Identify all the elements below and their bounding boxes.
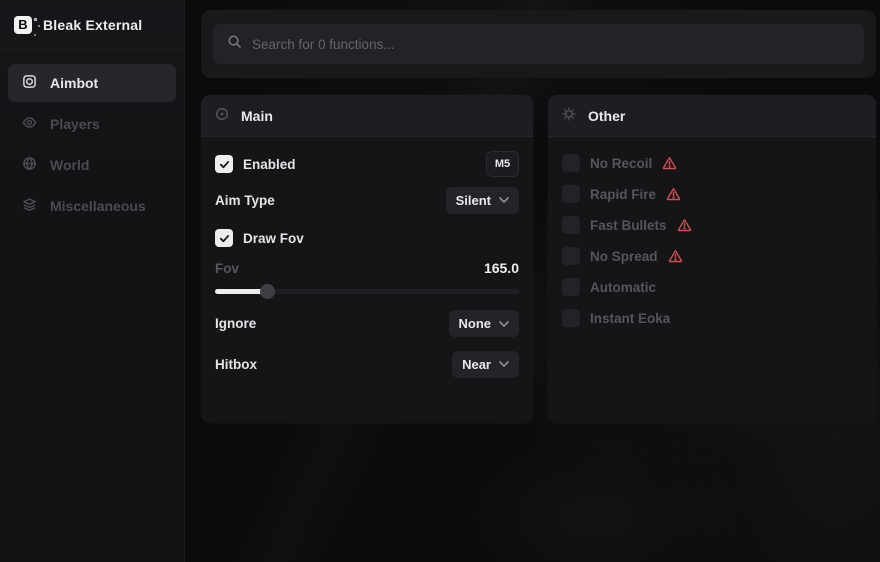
app-window: B Bleak External Aimbot Play bbox=[0, 0, 880, 562]
sidebar-header: B Bleak External bbox=[0, 0, 184, 50]
draw-fov-checkbox[interactable] bbox=[215, 229, 233, 247]
check-icon bbox=[219, 159, 230, 170]
warning-icon bbox=[666, 187, 681, 201]
warning-icon bbox=[677, 218, 692, 232]
other-panel-header: Other bbox=[548, 95, 876, 137]
app-title: Bleak External bbox=[43, 17, 142, 33]
sidebar-item-label: Players bbox=[50, 116, 100, 132]
content-area: Main Enabled M5 Aim Type bbox=[185, 0, 880, 562]
other-panel: Other No Recoil bbox=[548, 95, 876, 423]
ignore-label: Ignore bbox=[215, 316, 256, 331]
chevron-down-icon bbox=[499, 321, 509, 327]
other-panel-body: No Recoil Rapid Fire bbox=[548, 137, 876, 327]
no-spread-checkbox[interactable] bbox=[562, 247, 580, 265]
warning-icon bbox=[668, 249, 683, 263]
main-panel-body: Enabled M5 Aim Type Silent bbox=[201, 137, 533, 378]
aim-type-row: Aim Type Silent bbox=[215, 186, 519, 214]
fov-row: Fov 165.0 bbox=[215, 260, 519, 276]
gear-icon bbox=[562, 107, 576, 124]
fov-label: Fov bbox=[215, 261, 239, 276]
main-panel-title: Main bbox=[241, 108, 273, 124]
sidebar: B Bleak External Aimbot Play bbox=[0, 0, 185, 562]
sidebar-item-label: World bbox=[50, 157, 89, 173]
enabled-label: Enabled bbox=[243, 157, 296, 172]
keybind-button[interactable]: M5 bbox=[486, 151, 519, 177]
draw-fov-label: Draw Fov bbox=[243, 231, 304, 246]
fov-value: 165.0 bbox=[484, 260, 519, 276]
warning-icon bbox=[662, 156, 677, 170]
fast-bullets-label: Fast Bullets bbox=[590, 218, 667, 233]
other-panel-title: Other bbox=[588, 108, 625, 124]
enabled-row: Enabled M5 bbox=[215, 151, 519, 177]
fast-bullets-row: Fast Bullets bbox=[562, 216, 862, 234]
rapid-fire-checkbox[interactable] bbox=[562, 185, 580, 203]
instant-eoka-label: Instant Eoka bbox=[590, 311, 670, 326]
hitbox-dropdown[interactable]: Near bbox=[452, 351, 519, 378]
no-spread-label: No Spread bbox=[590, 249, 658, 264]
chevron-down-icon bbox=[499, 361, 509, 367]
globe-icon bbox=[22, 156, 37, 174]
panels-row: Main Enabled M5 Aim Type bbox=[201, 95, 876, 423]
crosshair-icon bbox=[22, 74, 37, 92]
layers-icon bbox=[22, 197, 37, 215]
sidebar-item-players[interactable]: Players bbox=[8, 105, 176, 143]
check-icon bbox=[219, 233, 230, 244]
sidebar-nav: Aimbot Players World bbox=[0, 50, 184, 225]
sidebar-item-world[interactable]: World bbox=[8, 146, 176, 184]
main-panel: Main Enabled M5 Aim Type bbox=[201, 95, 533, 423]
automatic-label: Automatic bbox=[590, 280, 656, 295]
ignore-dropdown[interactable]: None bbox=[449, 310, 520, 337]
ignore-row: Ignore None bbox=[215, 310, 519, 337]
rapid-fire-row: Rapid Fire bbox=[562, 185, 862, 203]
hitbox-label: Hitbox bbox=[215, 357, 257, 372]
search-input[interactable] bbox=[252, 37, 850, 52]
fast-bullets-checkbox[interactable] bbox=[562, 216, 580, 234]
no-spread-row: No Spread bbox=[562, 247, 862, 265]
no-recoil-row: No Recoil bbox=[562, 154, 862, 172]
instant-eoka-row: Instant Eoka bbox=[562, 309, 862, 327]
sidebar-item-label: Aimbot bbox=[50, 75, 98, 91]
app-logo-icon: B bbox=[14, 16, 32, 34]
search-container bbox=[201, 10, 876, 78]
automatic-checkbox[interactable] bbox=[562, 278, 580, 296]
enabled-checkbox[interactable] bbox=[215, 155, 233, 173]
rapid-fire-label: Rapid Fire bbox=[590, 187, 656, 202]
fov-slider-thumb[interactable] bbox=[260, 284, 275, 299]
draw-fov-row: Draw Fov bbox=[215, 229, 519, 247]
no-recoil-label: No Recoil bbox=[590, 156, 652, 171]
instant-eoka-checkbox[interactable] bbox=[562, 309, 580, 327]
hitbox-row: Hitbox Near bbox=[215, 350, 519, 378]
automatic-row: Automatic bbox=[562, 278, 862, 296]
no-recoil-checkbox[interactable] bbox=[562, 154, 580, 172]
sidebar-item-aimbot[interactable]: Aimbot bbox=[8, 64, 176, 102]
chevron-down-icon bbox=[499, 197, 509, 203]
target-icon bbox=[215, 107, 229, 124]
search-icon bbox=[227, 34, 242, 54]
sidebar-item-miscellaneous[interactable]: Miscellaneous bbox=[8, 187, 176, 225]
hitbox-value: Near bbox=[462, 357, 491, 372]
ignore-value: None bbox=[459, 316, 492, 331]
eye-icon bbox=[22, 115, 37, 133]
aim-type-dropdown[interactable]: Silent bbox=[446, 187, 519, 214]
fov-slider-fill bbox=[215, 289, 267, 294]
main-panel-header: Main bbox=[201, 95, 533, 137]
search-box[interactable] bbox=[213, 24, 864, 64]
sidebar-item-label: Miscellaneous bbox=[50, 198, 146, 214]
aim-type-label: Aim Type bbox=[215, 193, 275, 208]
fov-slider[interactable] bbox=[215, 284, 519, 299]
aim-type-value: Silent bbox=[456, 193, 491, 208]
